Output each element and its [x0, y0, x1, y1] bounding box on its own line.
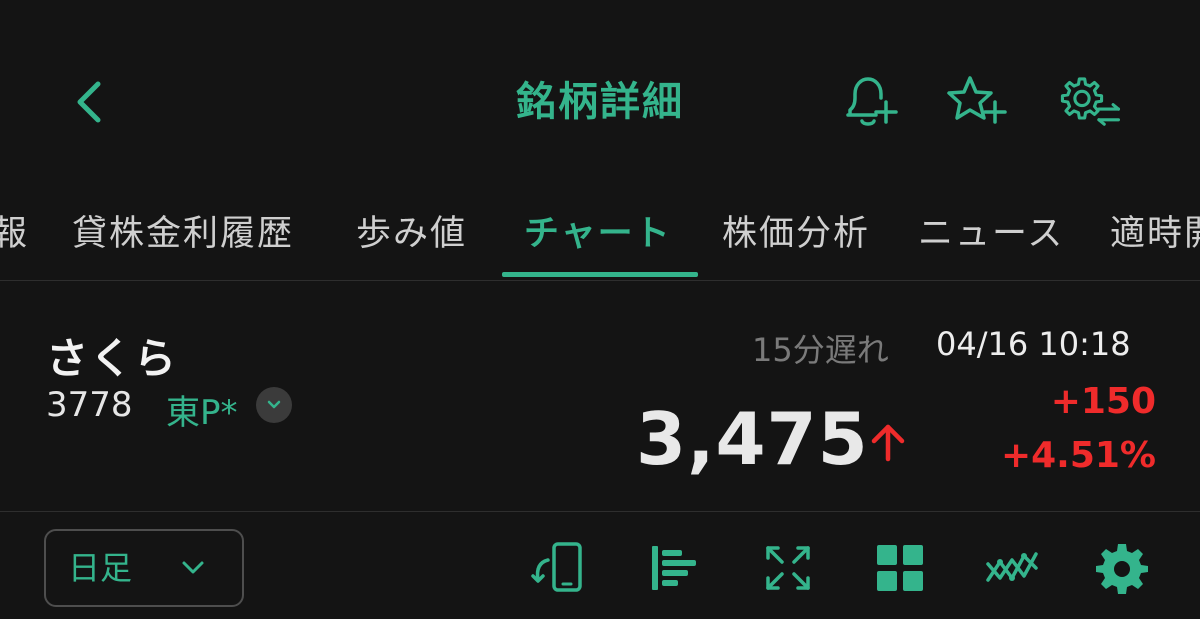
align-bars-icon	[652, 546, 696, 590]
tab-price-analysis[interactable]: 株価分析	[722, 196, 870, 276]
star-plus-icon	[947, 76, 1007, 124]
indicator-icon	[986, 552, 1038, 582]
add-alert-button[interactable]	[836, 70, 900, 134]
tab-lending-rate-history[interactable]: 貸株金利履歴	[72, 196, 294, 276]
market-label[interactable]: 東P*	[166, 385, 238, 434]
market-dropdown-button[interactable]	[256, 387, 292, 423]
current-price: 3,475	[636, 397, 869, 481]
technical-indicator-button[interactable]	[984, 540, 1040, 596]
gear-switch-icon	[1060, 77, 1120, 126]
chart-period-value: 日足	[68, 549, 133, 587]
back-chevron-icon	[77, 81, 101, 123]
display-settings-button[interactable]	[1058, 70, 1122, 134]
add-favorite-button[interactable]	[944, 70, 1008, 134]
tab-partial-left[interactable]: 報	[0, 196, 29, 276]
rotate-screen-button[interactable]	[530, 540, 586, 596]
tab-time-and-sales[interactable]: 歩み値	[356, 196, 467, 276]
price-ladder-button[interactable]	[646, 540, 702, 596]
bell-plus-icon	[846, 77, 898, 126]
chevron-down-icon	[182, 561, 204, 574]
price-change-percent: +4.51%	[1000, 435, 1156, 476]
delay-label: 15分遅れ	[752, 331, 889, 369]
layout-grid-button[interactable]	[872, 540, 928, 596]
stock-code: 3778	[46, 385, 133, 425]
chart-settings-button[interactable]	[1094, 540, 1150, 596]
quote-panel: さくら 3778 東P* 15分遅れ 04/16 10:18 3,475 +15…	[0, 281, 1200, 512]
grid-icon	[877, 545, 923, 591]
chart-period-select[interactable]: 日足	[44, 529, 244, 607]
fullscreen-button[interactable]	[760, 540, 816, 596]
tab-timely-disclosure[interactable]: 適時開	[1110, 196, 1200, 276]
price-change: +150	[1050, 381, 1156, 422]
settings-icon	[1096, 544, 1148, 594]
back-button[interactable]	[60, 72, 120, 132]
chevron-down-icon	[267, 400, 281, 409]
quote-timestamp: 04/16 10:18	[936, 325, 1131, 363]
tab-news[interactable]: ニュース	[918, 196, 1064, 276]
rotate-phone-icon	[531, 542, 582, 592]
header: 銘柄詳細	[0, 0, 1200, 200]
stock-name: さくら	[46, 334, 179, 383]
tab-bar: 報 貸株金利履歴 歩み値 チャート 株価分析 ニュース 適時開	[0, 196, 1200, 281]
page-title: 銘柄詳細	[516, 79, 684, 125]
up-arrow-icon	[871, 424, 905, 462]
expand-icon	[766, 546, 810, 590]
active-tab-indicator	[502, 272, 698, 277]
tab-chart[interactable]: チャート	[524, 196, 672, 276]
chart-toolbar: 日足	[0, 512, 1200, 619]
